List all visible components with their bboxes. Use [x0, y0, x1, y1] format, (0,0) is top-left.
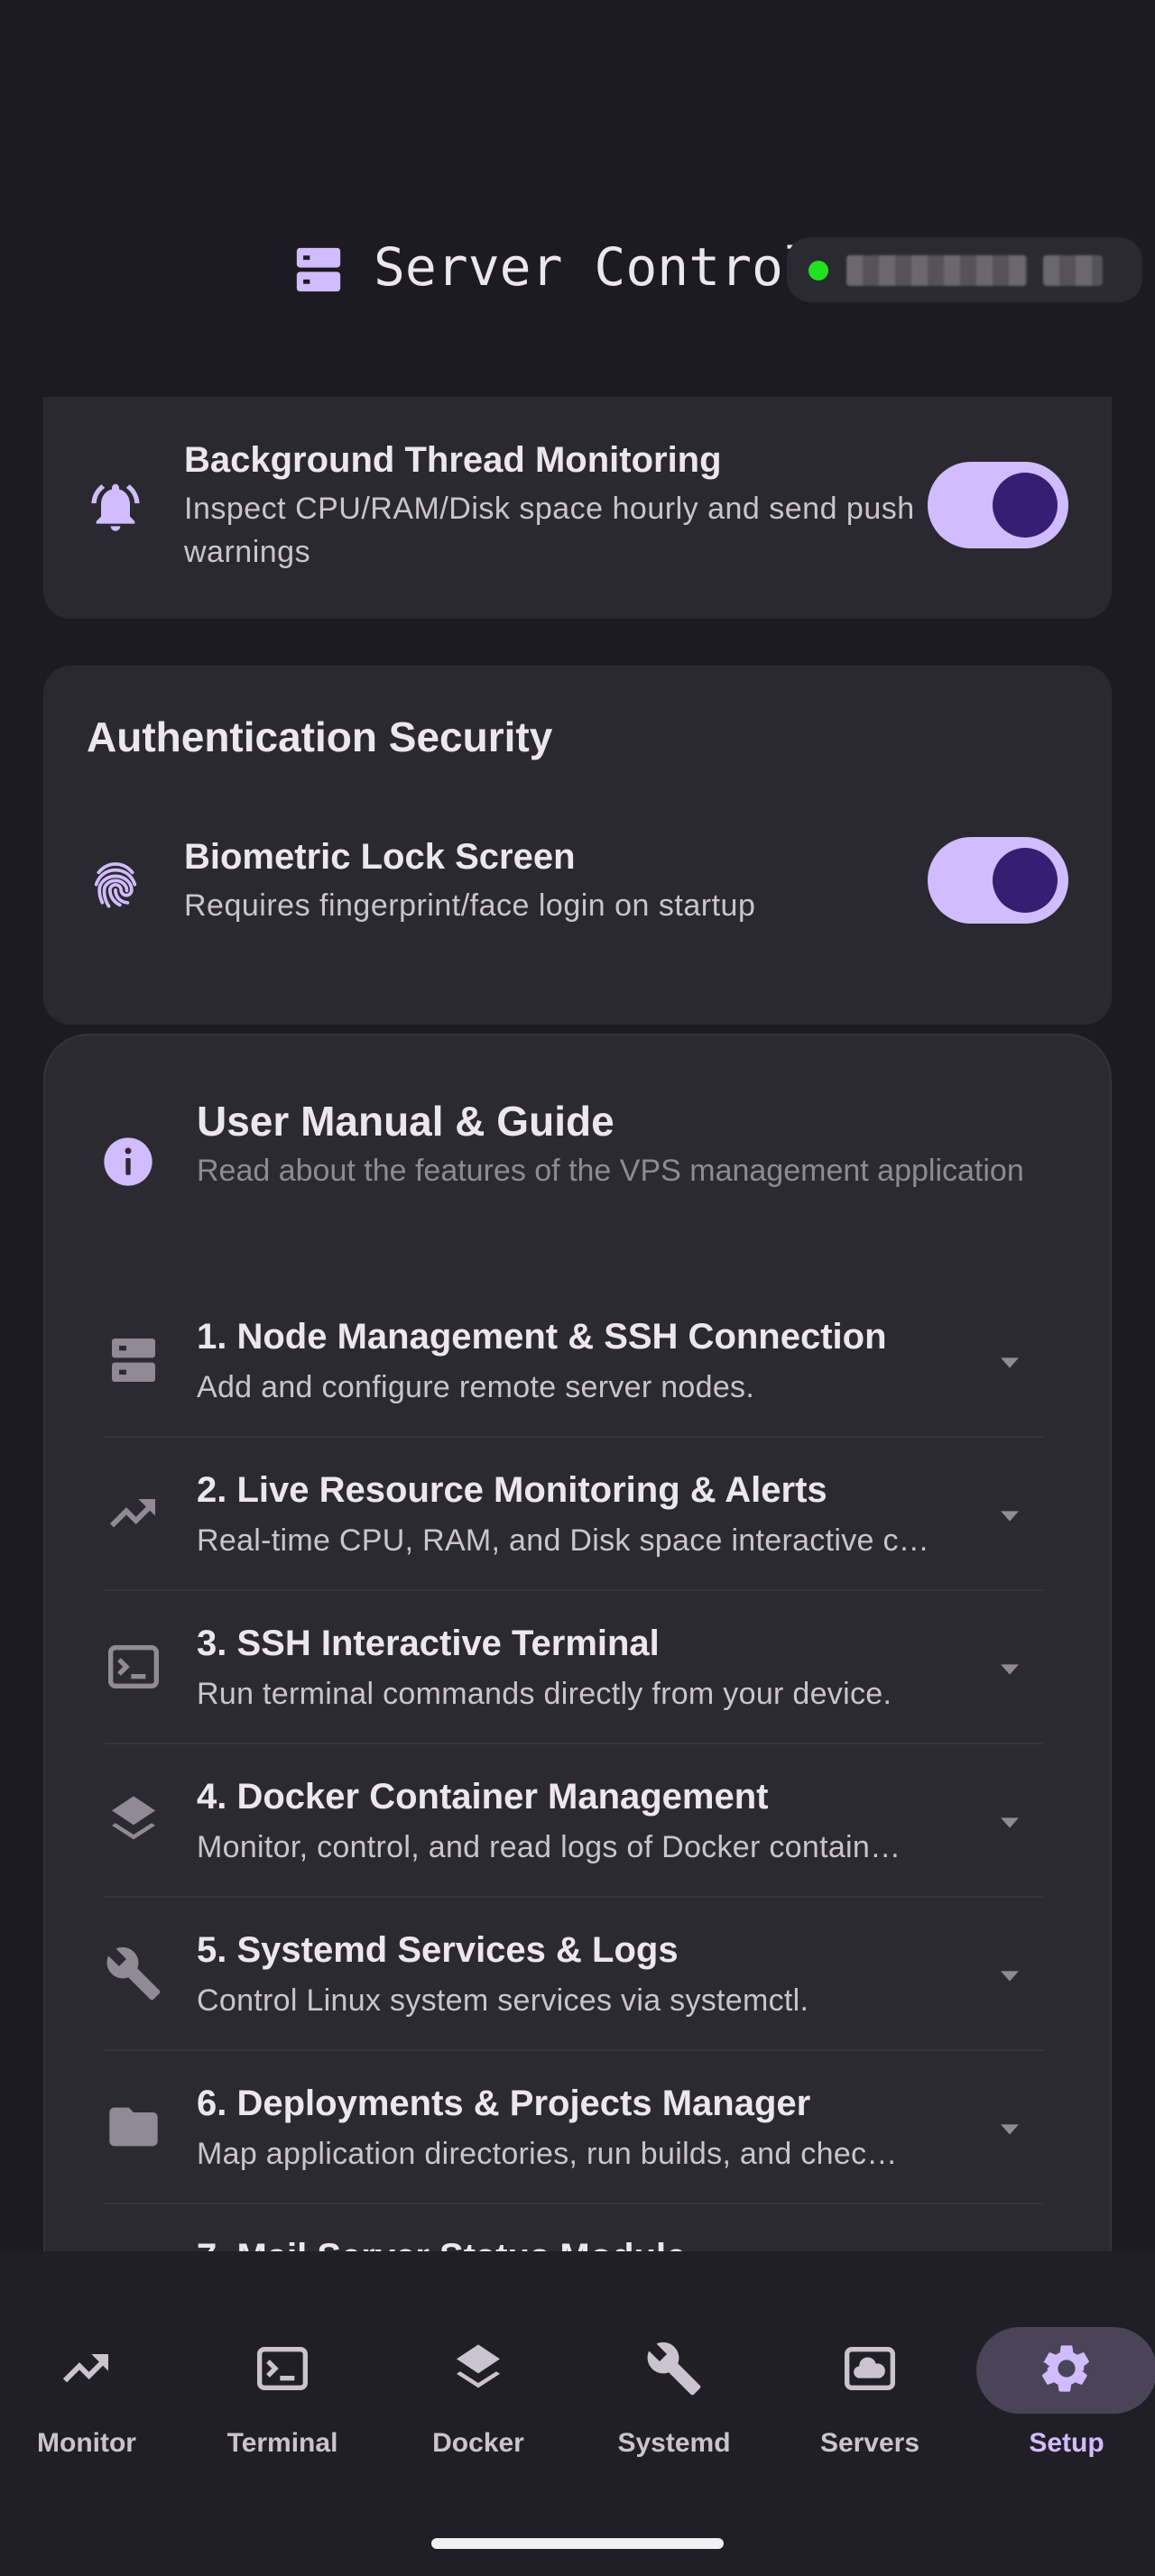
- nav-item-docker[interactable]: Docker: [388, 2251, 568, 2458]
- chevron-down-icon: [1001, 1817, 1019, 1828]
- guide-item-title: 5. Systemd Services & Logs: [197, 1930, 679, 1970]
- nav-label: Servers: [819, 2428, 920, 2458]
- chevron-down-icon: [1001, 2124, 1019, 2135]
- guide-item-description: Run terminal commands directly from your…: [197, 1677, 892, 1711]
- redacted-server-address: [846, 255, 1027, 286]
- guide-item-title: 4. Docker Container Management: [197, 1777, 769, 1817]
- cloud-box-icon: [845, 2347, 895, 2390]
- guide-item-description: Real-time CPU, RAM, and Disk space inter…: [197, 1523, 930, 1558]
- settings-scroll-area[interactable]: Background Thread Monitoring Inspect CPU…: [0, 397, 1155, 2251]
- trending-up-icon: [109, 1499, 155, 1528]
- nav-label: Setup: [1029, 2428, 1104, 2458]
- guide-item-description: Control Linux system services via system…: [197, 1983, 809, 2018]
- guide-item-title: 2. Live Resource Monitoring & Alerts: [197, 1470, 827, 1510]
- terminal-icon: [108, 1645, 159, 1688]
- toggle-knob: [993, 473, 1058, 538]
- gesture-home-indicator[interactable]: [431, 2538, 724, 2549]
- background-monitoring-description: Inspect CPU/RAM/Disk space hourly and se…: [184, 492, 915, 569]
- nav-item-setup[interactable]: Setup: [976, 2251, 1155, 2458]
- guide-item-deployments[interactable]: 6. Deployments & Projects Manager Map ap…: [105, 2051, 1043, 2204]
- chevron-down-icon: [1001, 1357, 1019, 1368]
- folder-icon: [109, 2107, 158, 2147]
- nav-item-servers[interactable]: Servers: [780, 2251, 960, 2458]
- section-title-authentication: Authentication Security: [87, 713, 553, 760]
- info-icon: [104, 1137, 152, 1186]
- guide-item-resource-monitoring[interactable]: 2. Live Resource Monitoring & Alerts Rea…: [105, 1438, 1043, 1591]
- background-monitoring-toggle[interactable]: [928, 462, 1068, 548]
- chevron-down-icon: [1001, 1664, 1019, 1675]
- guide-item-title: 1. Node Management & SSH Connection: [197, 1317, 887, 1357]
- guide-item-node-management[interactable]: 1. Node Management & SSH Connection Add …: [105, 1284, 1043, 1438]
- trending-up-icon: [62, 2354, 108, 2383]
- nav-item-monitor[interactable]: Monitor: [0, 2251, 177, 2458]
- guide-title: User Manual & Guide: [197, 1098, 614, 1145]
- guide-item-mail-server[interactable]: 7. Mail Server Status Module: [105, 2204, 1043, 2251]
- top-app-bar: Server Control: [0, 0, 1155, 397]
- guide-item-description: Map application directories, run builds,…: [197, 2137, 898, 2171]
- nav-item-terminal[interactable]: Terminal: [192, 2251, 373, 2458]
- app-title: Server Control: [374, 236, 815, 298]
- nav-label: Monitor: [37, 2428, 136, 2458]
- guide-item-description: Add and configure remote server nodes.: [197, 1370, 755, 1404]
- guide-item-docker[interactable]: 4. Docker Container Management Monitor, …: [105, 1744, 1043, 1898]
- layers-icon: [457, 2344, 500, 2388]
- fingerprint-icon: [94, 862, 137, 908]
- wrench-icon: [647, 2341, 701, 2396]
- gear-icon: [1041, 2345, 1089, 2392]
- guide-item-systemd[interactable]: 5. Systemd Services & Logs Control Linux…: [105, 1898, 1043, 2051]
- guide-item-title: 7. Mail Server Status Module: [197, 2237, 686, 2251]
- server-icon: [112, 1339, 155, 1382]
- guide-item-description: Monitor, control, and read logs of Docke…: [197, 1830, 901, 1864]
- biometric-lock-description: Requires fingerprint/face login on start…: [184, 888, 756, 923]
- wrench-icon: [106, 1946, 161, 2001]
- nav-label: Terminal: [226, 2428, 338, 2458]
- layers-icon: [112, 1796, 155, 1840]
- nav-label: Docker: [432, 2428, 524, 2458]
- guide-item-ssh-terminal[interactable]: 3. SSH Interactive Terminal Run terminal…: [105, 1591, 1043, 1744]
- redacted-server-port: [1043, 255, 1103, 286]
- user-manual-card: User Manual & Guide Read about the featu…: [43, 1034, 1112, 2251]
- nav-label: Systemd: [617, 2428, 731, 2458]
- guide-item-title: 6. Deployments & Projects Manager: [197, 2084, 811, 2123]
- bell-ringing-icon: [91, 483, 140, 531]
- server-selector-chip[interactable]: [787, 237, 1142, 302]
- terminal-icon: [257, 2347, 308, 2390]
- biometric-lock-toggle[interactable]: [928, 837, 1068, 924]
- chevron-down-icon: [1001, 1971, 1019, 1982]
- bottom-navigation: Monitor Terminal Docker Systemd Servers: [0, 2251, 1155, 2576]
- biometric-lock-title: Biometric Lock Screen: [184, 837, 576, 877]
- guide-item-title: 3. SSH Interactive Terminal: [197, 1624, 660, 1663]
- toggle-knob: [993, 848, 1058, 913]
- chevron-down-icon: [1001, 1511, 1019, 1522]
- background-monitoring-card: Background Thread Monitoring Inspect CPU…: [43, 397, 1112, 619]
- server-icon: [296, 247, 341, 292]
- authentication-security-card: Authentication Security Biometric Lock S…: [43, 666, 1112, 1025]
- guide-subtitle: Read about the features of the VPS manag…: [197, 1154, 1024, 1188]
- background-monitoring-title: Background Thread Monitoring: [184, 440, 722, 480]
- nav-item-systemd[interactable]: Systemd: [584, 2251, 764, 2458]
- server-status-dot: [808, 261, 828, 281]
